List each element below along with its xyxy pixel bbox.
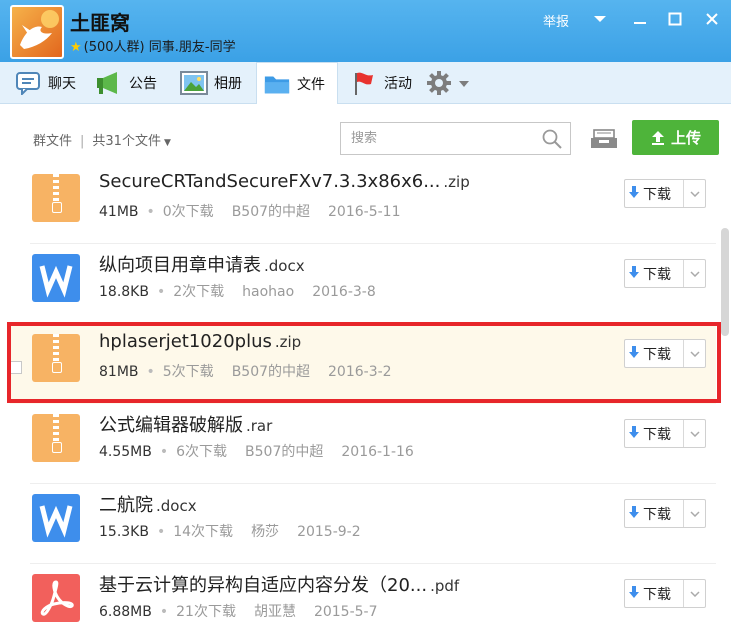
file-name[interactable]: hplaserjet1020plus .zip — [99, 331, 301, 352]
file-list: SecureCRTandSecureFXv7.3.3x86x6... .zip 4… — [0, 172, 731, 636]
file-toolbar: 群文件|共31个文件▼ 上传 — [0, 104, 731, 172]
zip-file-icon — [32, 334, 80, 382]
word-file-icon — [32, 254, 80, 302]
group-files-link[interactable]: 群文件 — [33, 134, 72, 149]
zip-file-icon — [32, 414, 80, 462]
file-count-dropdown[interactable]: 共31个文件 ▼ — [92, 134, 170, 149]
download-button[interactable]: 下载 — [624, 579, 706, 608]
photo-icon — [180, 69, 208, 97]
chevron-down-icon[interactable] — [683, 180, 705, 207]
chevron-down-icon[interactable] — [683, 260, 705, 287]
search-box — [340, 122, 571, 155]
download-button[interactable]: 下载 — [624, 259, 706, 288]
file-row[interactable]: 二航院 .docx 15.3KB • 14次下载 杨莎 2015-9-2 下载 — [10, 484, 716, 564]
group-name: 土匪窝 — [70, 11, 130, 35]
file-name[interactable]: 基于云计算的异构自适应内容分发（20... .pdf — [99, 571, 459, 597]
tab-label: 相册 — [214, 76, 242, 92]
inbox-icon[interactable] — [590, 128, 618, 154]
file-name[interactable]: 纵向项目用章申请表 .docx — [99, 251, 305, 277]
tab-chat[interactable]: 聊天 — [14, 62, 76, 104]
file-name[interactable]: SecureCRTandSecureFXv7.3.3x86x6... .zip — [99, 172, 470, 192]
star-icon: ★ — [70, 40, 82, 55]
file-row[interactable]: 公式编辑器破解版 .rar 4.55MB • 6次下载 B507的中超 2016-1-16… — [10, 404, 716, 484]
chevron-down-icon[interactable] — [683, 580, 705, 607]
tab-label: 活动 — [384, 76, 412, 92]
upload-label: 上传 — [670, 129, 701, 147]
title-bar: 土匪窝 ★ (500人群) 同事.朋友-同学 举报 — [0, 0, 731, 62]
file-count-label: 共31个文件 — [92, 134, 161, 149]
download-button[interactable]: 下载 — [624, 339, 706, 368]
tab-label: 聊天 — [48, 76, 76, 92]
zip-file-icon — [32, 174, 80, 222]
file-row-selected[interactable]: hplaserjet1020plus .zip 81MB • 5次下载 B507的中超 2… — [9, 324, 716, 404]
file-name[interactable]: 二航院 .docx — [99, 491, 197, 517]
file-row[interactable]: 纵向项目用章申请表 .docx 18.8KB • 2次下载 haohao 2016-3-8… — [10, 244, 716, 324]
row-checkbox[interactable] — [9, 361, 22, 374]
download-arrow-icon — [625, 585, 643, 602]
breadcrumb: 群文件 | 共31个文件 ▼ — [33, 134, 171, 149]
caret-down-icon: ▼ — [163, 138, 171, 148]
chevron-down-icon — [459, 75, 469, 91]
tab-announcement[interactable]: 公告 — [95, 62, 157, 104]
chevron-down-icon[interactable] — [683, 420, 705, 447]
close-icon[interactable] — [702, 9, 722, 29]
search-input[interactable] — [341, 123, 531, 154]
file-meta: 6.88MB • 21次下载 胡亚慧 2015-5-7 — [99, 604, 378, 620]
file-meta: 81MB • 5次下载 B507的中超 2016-3-2 — [99, 364, 392, 380]
download-button[interactable]: 下载 — [624, 499, 706, 528]
chat-icon — [14, 69, 42, 97]
report-link[interactable]: 举报 — [543, 11, 569, 30]
file-meta: 15.3KB • 14次下载 杨莎 2015-9-2 — [99, 524, 361, 540]
upload-button[interactable]: 上传 — [632, 120, 719, 155]
chevron-down-icon[interactable] — [683, 340, 705, 367]
gear-icon — [425, 69, 453, 97]
download-button[interactable]: 下载 — [624, 179, 706, 208]
tab-settings[interactable] — [425, 62, 469, 104]
minimize-icon[interactable] — [630, 9, 650, 29]
download-arrow-icon — [625, 505, 643, 522]
tab-label: 文件 — [297, 77, 325, 93]
tab-activity[interactable]: 活动 — [350, 62, 412, 104]
file-meta: 41MB • 0次下载 B507的中超 2016-5-11 — [99, 204, 401, 220]
scrollbar-thumb[interactable] — [721, 228, 729, 336]
tab-label: 公告 — [129, 76, 157, 92]
pdf-file-icon — [32, 574, 80, 622]
upload-icon — [651, 130, 664, 145]
maximize-icon[interactable] — [665, 9, 685, 29]
file-name[interactable]: 公式编辑器破解版 .rar — [99, 411, 272, 437]
file-row[interactable]: 基于云计算的异构自适应内容分发（20... .pdf 6.88MB • 21次下载 胡亚… — [10, 564, 716, 636]
download-arrow-icon — [625, 265, 643, 282]
word-file-icon — [32, 494, 80, 542]
file-row[interactable]: SecureCRTandSecureFXv7.3.3x86x6... .zip 4… — [10, 172, 716, 244]
group-meta-text: (500人群) 同事.朋友-同学 — [83, 40, 236, 55]
group-meta: ★ (500人群) 同事.朋友-同学 — [70, 36, 236, 55]
dropdown-icon[interactable] — [590, 9, 610, 29]
megaphone-icon — [95, 69, 123, 97]
download-button[interactable]: 下载 — [624, 419, 706, 448]
folder-icon — [263, 70, 291, 98]
flag-icon — [350, 69, 378, 97]
tab-album[interactable]: 相册 — [180, 62, 242, 104]
download-arrow-icon — [625, 345, 643, 362]
group-avatar[interactable] — [10, 5, 64, 59]
search-icon[interactable] — [542, 129, 562, 153]
tab-files[interactable]: 文件 — [256, 62, 338, 105]
chevron-down-icon[interactable] — [683, 500, 705, 527]
download-arrow-icon — [625, 185, 643, 202]
file-meta: 18.8KB • 2次下载 haohao 2016-3-8 — [99, 284, 376, 300]
download-arrow-icon — [625, 425, 643, 442]
file-meta: 4.55MB • 6次下载 B507的中超 2016-1-16 — [99, 444, 414, 460]
tab-bar: 聊天 公告 相册 文件 活动 — [0, 62, 731, 105]
